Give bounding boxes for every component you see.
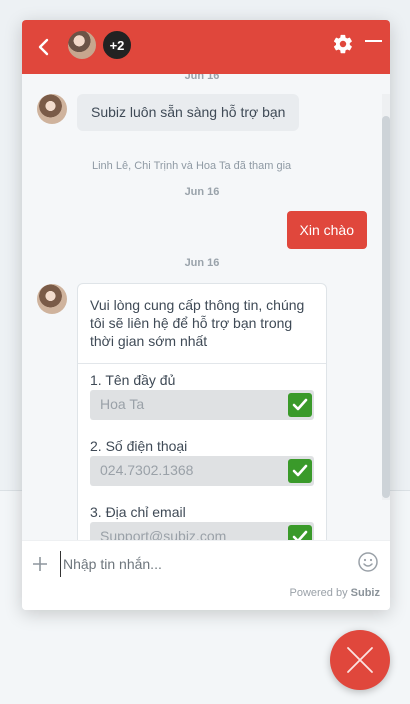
date-separator: Jun 16 bbox=[184, 186, 220, 198]
chat-header: +2 bbox=[22, 20, 390, 74]
powered-by-prefix: Powered by bbox=[289, 587, 348, 599]
close-chat-button[interactable] bbox=[330, 630, 390, 690]
emoji-icon[interactable] bbox=[357, 551, 379, 573]
back-arrow-icon bbox=[38, 38, 49, 56]
participants-note: Linh Lê, Chi Trịnh và Hoa Ta đã tham gia bbox=[92, 160, 292, 172]
check-icon bbox=[292, 398, 308, 411]
user-message-bubble: Xin chào bbox=[286, 211, 367, 249]
scrollbar-thumb[interactable] bbox=[382, 116, 390, 498]
message-composer: Powered by Subiz bbox=[22, 540, 390, 610]
check-icon bbox=[292, 464, 308, 477]
gear-icon[interactable] bbox=[332, 33, 354, 55]
message-list: Jun 16 Subiz luôn sẵn sàng hỗ trợ bạn Li… bbox=[22, 74, 390, 556]
agent-avatar bbox=[37, 94, 67, 124]
field-label-email: 3. Địa chỉ email bbox=[90, 504, 186, 520]
field-label-phone: 2. Số điện thoại bbox=[90, 438, 188, 454]
powered-by: Powered by Subiz bbox=[290, 587, 381, 599]
minimize-icon[interactable] bbox=[365, 40, 382, 42]
more-agents-avatar[interactable]: +2 bbox=[101, 29, 133, 61]
agent-avatar bbox=[37, 284, 67, 314]
field-label-name: 1. Tên đầy đủ bbox=[90, 372, 176, 388]
date-separator: Jun 16 bbox=[184, 74, 220, 82]
close-icon bbox=[347, 647, 373, 673]
name-field-submit-button[interactable] bbox=[288, 393, 312, 417]
contact-form-card: Vui lòng cung cấp thông tin, chúng tôi s… bbox=[77, 283, 327, 551]
message-input[interactable] bbox=[60, 551, 350, 577]
phone-field[interactable]: 024.7302.1368 bbox=[90, 456, 288, 486]
name-field[interactable]: Hoa Ta bbox=[90, 390, 288, 420]
powered-by-brand[interactable]: Subiz bbox=[351, 587, 380, 599]
date-separator: Jun 16 bbox=[184, 257, 220, 269]
phone-field-submit-button[interactable] bbox=[288, 459, 312, 483]
more-agents-count: +2 bbox=[109, 37, 125, 53]
chat-widget: +2 Jun 16 Subiz luôn sẵn sàng hỗ trợ bạn… bbox=[22, 20, 390, 610]
back-button[interactable] bbox=[32, 34, 54, 60]
form-intro-text: Vui lòng cung cấp thông tin, chúng tôi s… bbox=[78, 284, 326, 364]
agent-message-bubble: Subiz luôn sẵn sàng hỗ trợ bạn bbox=[77, 94, 300, 131]
agent-avatar[interactable] bbox=[66, 29, 98, 61]
plus-icon[interactable] bbox=[32, 556, 48, 572]
